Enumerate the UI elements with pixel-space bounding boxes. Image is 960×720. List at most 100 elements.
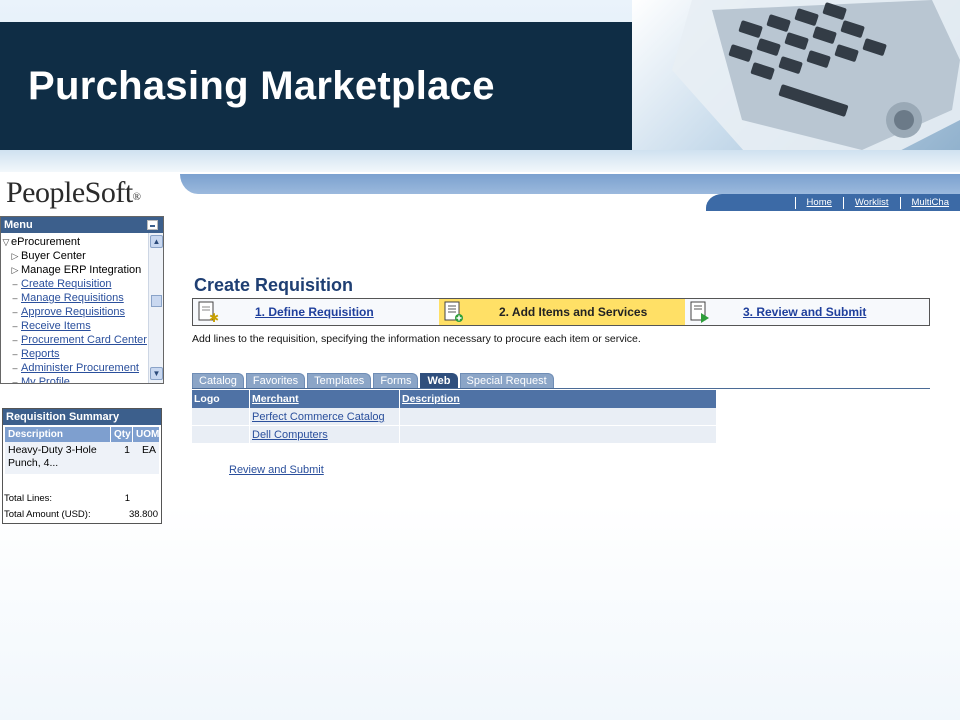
merchant-description-cell <box>400 408 716 425</box>
tab-web[interactable]: Web <box>420 373 458 389</box>
merchant-description-cell <box>400 426 716 443</box>
summary-col-qty: Qty <box>111 427 133 442</box>
table-row: Dell Computers <box>192 426 716 444</box>
menu-item-manage-erp-integration[interactable]: ▷ Manage ERP Integration <box>1 263 147 277</box>
grid-col-merchant[interactable]: Merchant <box>250 390 400 408</box>
menu-item-eprocurement[interactable]: ▽ eProcurement <box>1 235 147 249</box>
summary-col-uom: UOM <box>136 429 160 440</box>
dash-icon: – <box>12 279 18 289</box>
menu-item-approve-requisitions[interactable]: – Approve Requisitions <box>1 305 147 319</box>
tab-catalog[interactable]: Catalog <box>192 373 244 389</box>
sort-merchant-link[interactable]: Merchant <box>252 393 299 405</box>
item-source-tabs: Catalog Favorites Templates Forms Web Sp… <box>192 373 556 389</box>
grid-col-logo: Logo <box>192 390 250 408</box>
scroll-up-icon[interactable]: ▲ <box>150 235 163 248</box>
sort-description-link[interactable]: Description <box>402 393 460 405</box>
summary-item-row: Heavy-Duty 3-Hole Punch, 4... 1 EA <box>5 442 159 474</box>
step-1-link[interactable]: 1. Define Requisition <box>255 305 374 319</box>
logo-registered-mark: ® <box>132 191 141 203</box>
menu-header: Menu <box>1 217 163 233</box>
menu-item-buyer-center[interactable]: ▷ Buyer Center <box>1 249 147 263</box>
review-submit-icon <box>690 301 709 323</box>
minimize-icon[interactable] <box>147 220 158 230</box>
menu-panel: Menu ▽ eProcurement ▷ Buyer Center ▷ Manage… <box>0 216 164 384</box>
menu-item-reports[interactable]: – Reports <box>1 347 147 361</box>
tab-special-request[interactable]: Special Request <box>459 373 554 389</box>
summary-title: Requisition Summary <box>3 409 161 425</box>
step-review-submit[interactable]: 3. Review and Submit <box>685 299 929 325</box>
dash-icon: – <box>12 335 18 345</box>
menu-link[interactable]: Approve Requisitions <box>21 306 125 318</box>
requisition-summary: Requisition Summary Description Qty UOM … <box>2 408 162 524</box>
menu-item-receive-items[interactable]: – Receive Items <box>1 319 147 333</box>
table-row: Perfect Commerce Catalog <box>192 408 716 426</box>
tab-forms[interactable]: Forms <box>373 373 419 389</box>
menu-scrollbar[interactable]: ▲ ▼ <box>148 233 163 383</box>
top-nav-bar: Home Worklist MultiCha <box>706 194 960 211</box>
menu-item-label: eProcurement <box>11 236 81 248</box>
slide-banner: Purchasing Marketplace <box>0 0 960 172</box>
menu-link[interactable]: Administer Procurement <box>21 362 139 374</box>
scroll-down-icon[interactable]: ▼ <box>150 367 163 380</box>
menu-link[interactable]: Manage Requisitions <box>21 292 124 304</box>
step-define-requisition[interactable]: ✱ 1. Define Requisition <box>193 299 439 325</box>
add-items-icon <box>444 301 463 322</box>
merchant-cell: Dell Computers <box>250 426 400 443</box>
merchant-logo-cell <box>192 408 250 425</box>
nav-multichannel-link[interactable]: MultiCha <box>901 197 960 208</box>
instructions-text: Add lines to the requisition, specifying… <box>192 333 641 345</box>
summary-header-row: Description Qty UOM <box>5 427 159 442</box>
tab-underline <box>192 388 930 389</box>
tab-templates[interactable]: Templates <box>307 373 372 389</box>
dash-icon: – <box>12 293 18 303</box>
dash-icon: – <box>12 363 18 373</box>
dash-icon: – <box>12 377 18 384</box>
total-amount-label: Total Amount (USD): <box>4 509 91 520</box>
step-add-items[interactable]: 2. Add Items and Services <box>439 299 685 325</box>
logo-text: PeopleSoft <box>6 176 133 209</box>
expand-triangle-icon: ▷ <box>11 265 19 275</box>
header-swoosh <box>180 174 960 194</box>
merchant-link[interactable]: Perfect Commerce Catalog <box>252 411 385 423</box>
dash-icon: – <box>12 349 18 359</box>
summary-col-description: Description <box>5 427 111 442</box>
menu-header-label: Menu <box>4 219 33 231</box>
grid-header-row: Logo Merchant Description <box>192 390 716 408</box>
nav-home-link[interactable]: Home <box>796 197 843 208</box>
merchant-cell: Perfect Commerce Catalog <box>250 408 400 425</box>
define-requisition-icon: ✱ <box>198 301 219 323</box>
menu-item-manage-requisitions[interactable]: – Manage Requisitions <box>1 291 147 305</box>
svg-text:✱: ✱ <box>209 311 219 323</box>
scroll-thumb[interactable] <box>151 295 162 307</box>
collapse-triangle-icon: ▽ <box>2 237 10 247</box>
menu-item-create-requisition[interactable]: – Create Requisition <box>1 277 147 291</box>
menu-item-procurement-card-center[interactable]: – Procurement Card Center <box>1 333 147 347</box>
merchant-grid: Logo Merchant Description Perfect Commer… <box>192 390 716 444</box>
summary-item-uom: EA <box>141 444 156 456</box>
step-3-link[interactable]: 3. Review and Submit <box>743 305 866 319</box>
total-amount-value: 38.800 <box>128 509 158 520</box>
summary-item-description: Heavy-Duty 3-Hole Punch, 4... <box>8 444 97 469</box>
merchant-logo-cell <box>192 426 250 443</box>
menu-link[interactable]: Reports <box>21 348 60 360</box>
tab-favorites[interactable]: Favorites <box>245 373 306 389</box>
grid-col-description[interactable]: Description <box>400 390 716 408</box>
menu-link[interactable]: Create Requisition <box>21 278 112 290</box>
summary-item-qty: 1 <box>124 444 130 456</box>
menu-link[interactable]: My Profile <box>21 376 70 383</box>
step-2-label: 2. Add Items and Services <box>499 305 648 319</box>
menu-item-administer-procurement[interactable]: – Administer Procurement <box>1 361 147 375</box>
total-lines-label: Total Lines: <box>4 493 53 504</box>
review-and-submit-link[interactable]: Review and Submit <box>229 464 324 476</box>
banner-strip <box>0 150 960 172</box>
nav-worklist-link[interactable]: Worklist <box>844 197 900 208</box>
summary-totals: Total Lines: 1 Total Amount (USD): 38.80… <box>4 491 160 523</box>
menu-link[interactable]: Receive Items <box>21 320 91 332</box>
peoplesoft-logo: PeopleSoft® <box>6 176 141 210</box>
dash-icon: – <box>12 307 18 317</box>
total-lines-value: 1 <box>124 493 130 504</box>
merchant-link[interactable]: Dell Computers <box>252 429 328 441</box>
menu-link[interactable]: Procurement Card Center <box>21 334 147 346</box>
menu-item-my-profile[interactable]: – My Profile <box>1 375 147 384</box>
menu-item-label: Buyer Center <box>21 250 86 262</box>
